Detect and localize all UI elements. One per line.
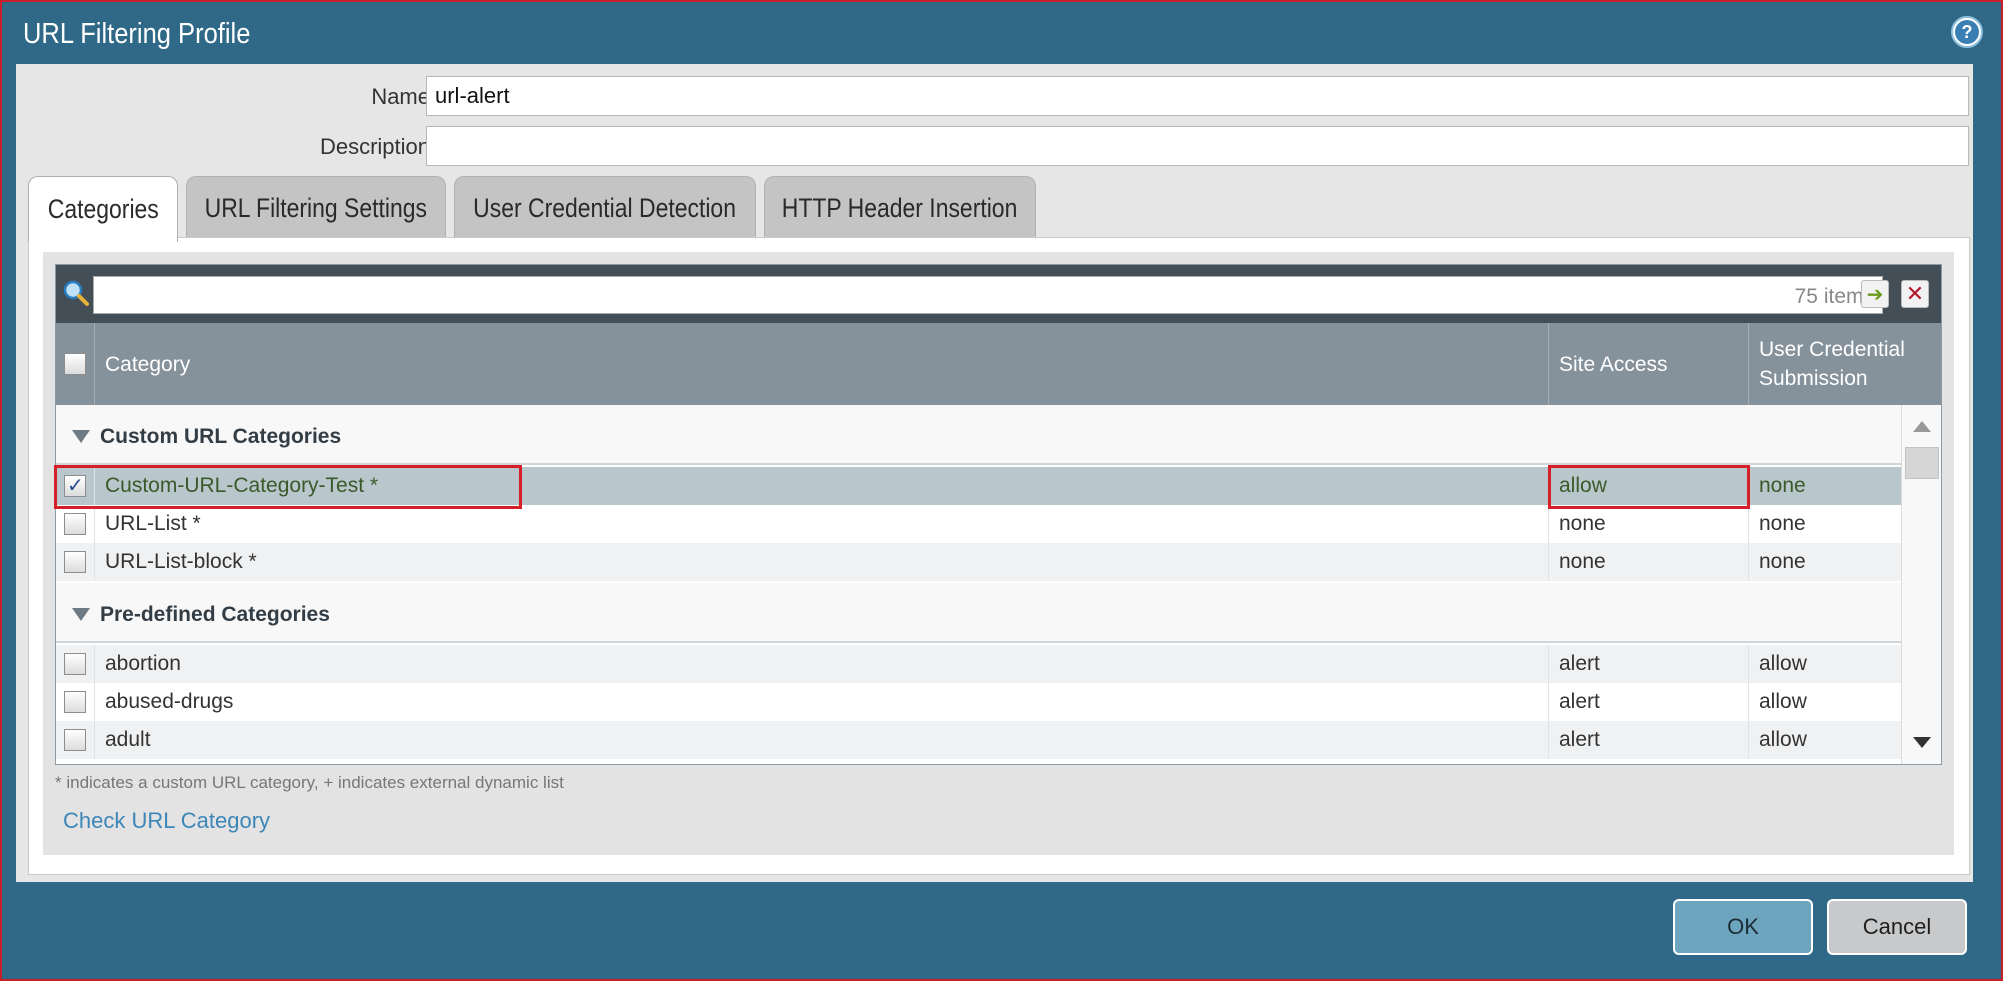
select-all-cell: [56, 323, 95, 405]
table-row[interactable]: adult alert allow: [56, 721, 1901, 759]
category-cell[interactable]: abused-drugs: [95, 683, 1549, 721]
tab-categories[interactable]: Categories: [28, 176, 178, 242]
row-checkbox[interactable]: [64, 653, 86, 675]
grid-scrollbar[interactable]: [1901, 405, 1941, 764]
category-cell[interactable]: URL-List *: [95, 505, 1549, 543]
category-cell[interactable]: abortion: [95, 645, 1549, 683]
scroll-thumb[interactable]: [1905, 447, 1939, 479]
credential-cell[interactable]: allow: [1749, 645, 1901, 683]
table-row[interactable]: abortion alert allow: [56, 645, 1901, 683]
tab-http-header-insertion[interactable]: HTTP Header Insertion: [764, 176, 1036, 240]
credential-cell[interactable]: allow: [1749, 683, 1901, 721]
table-row[interactable]: abused-drugs alert allow: [56, 683, 1901, 721]
legend-footnote: * indicates a custom URL category, + ind…: [55, 773, 564, 792]
description-label: Description: [319, 134, 430, 159]
tab-url-filtering-settings[interactable]: URL Filtering Settings: [186, 176, 446, 240]
site-access-cell[interactable]: none: [1549, 505, 1749, 543]
check-url-category-link[interactable]: Check URL Category: [63, 808, 270, 834]
grid-body: Custom URL Categories Custom-URL-Categor…: [56, 405, 1901, 764]
group-custom-url-categories[interactable]: Custom URL Categories: [56, 405, 1901, 465]
column-header-category[interactable]: Category: [95, 323, 1549, 405]
site-access-cell[interactable]: alert: [1549, 645, 1749, 683]
category-cell[interactable]: adult: [95, 721, 1549, 759]
table-row[interactable]: Custom-URL-Category-Test * allow none: [56, 467, 1901, 505]
row-checkbox[interactable]: [64, 551, 86, 573]
table-row[interactable]: URL-List * none none: [56, 505, 1901, 543]
search-icon: [63, 280, 89, 306]
categories-grid: 75 items ➔ ✕ Category Site Access User C…: [54, 264, 1942, 765]
description-row: Description: [16, 126, 1973, 166]
row-checkbox[interactable]: [64, 513, 86, 535]
row-checkbox[interactable]: [64, 729, 86, 751]
ok-button[interactable]: OK: [1673, 899, 1813, 955]
tab-user-credential-detection[interactable]: User Credential Detection: [454, 176, 756, 240]
site-access-cell[interactable]: none: [1549, 543, 1749, 581]
column-header-site-access[interactable]: Site Access: [1549, 323, 1749, 405]
site-access-cell[interactable]: alert: [1549, 721, 1749, 759]
search-input[interactable]: 75 items: [93, 276, 1883, 314]
search-bar: 75 items ➔ ✕: [56, 265, 1941, 323]
help-icon[interactable]: ?: [1951, 16, 1983, 48]
group-pre-defined-categories[interactable]: Pre-defined Categories: [56, 583, 1901, 643]
select-all-checkbox[interactable]: [64, 353, 86, 375]
site-access-cell[interactable]: allow: [1549, 467, 1749, 505]
category-cell[interactable]: Custom-URL-Category-Test *: [95, 467, 1549, 505]
clear-filter-x-icon[interactable]: ✕: [1901, 280, 1929, 308]
scroll-up-arrow-icon[interactable]: [1913, 421, 1931, 432]
categories-inner: 75 items ➔ ✕ Category Site Access User C…: [43, 252, 1954, 855]
name-input[interactable]: [426, 76, 1969, 116]
table-row[interactable]: URL-List-block * none none: [56, 543, 1901, 581]
collapse-triangle-icon[interactable]: [72, 430, 90, 443]
url-filtering-profile-dialog: URL Filtering Profile ? Name Description…: [0, 0, 2003, 981]
row-checkbox[interactable]: [64, 473, 86, 498]
cancel-button[interactable]: Cancel: [1827, 899, 1967, 955]
categories-panel: 75 items ➔ ✕ Category Site Access User C…: [28, 237, 1970, 875]
dialog-title: URL Filtering Profile: [23, 18, 251, 50]
name-label: Name: [371, 84, 430, 109]
apply-filter-arrow-icon[interactable]: ➔: [1861, 280, 1889, 308]
description-input[interactable]: [426, 126, 1969, 166]
category-cell[interactable]: URL-List-block *: [95, 543, 1549, 581]
help-glyph: ?: [1955, 20, 1979, 44]
title-bar: URL Filtering Profile ?: [2, 2, 2001, 64]
name-row: Name: [16, 76, 1973, 116]
dialog-content: Name Description Categories URL Filterin…: [16, 64, 1973, 882]
site-access-cell[interactable]: alert: [1549, 683, 1749, 721]
credential-cell[interactable]: none: [1749, 543, 1901, 581]
column-header-user-credential-submission[interactable]: User Credential Submission: [1749, 323, 1934, 405]
credential-cell[interactable]: none: [1749, 467, 1901, 505]
row-checkbox[interactable]: [64, 691, 86, 713]
grid-header: Category Site Access User Credential Sub…: [56, 323, 1941, 405]
scroll-down-arrow-icon[interactable]: [1913, 737, 1931, 748]
credential-cell[interactable]: allow: [1749, 721, 1901, 759]
credential-cell[interactable]: none: [1749, 505, 1901, 543]
collapse-triangle-icon[interactable]: [72, 608, 90, 621]
